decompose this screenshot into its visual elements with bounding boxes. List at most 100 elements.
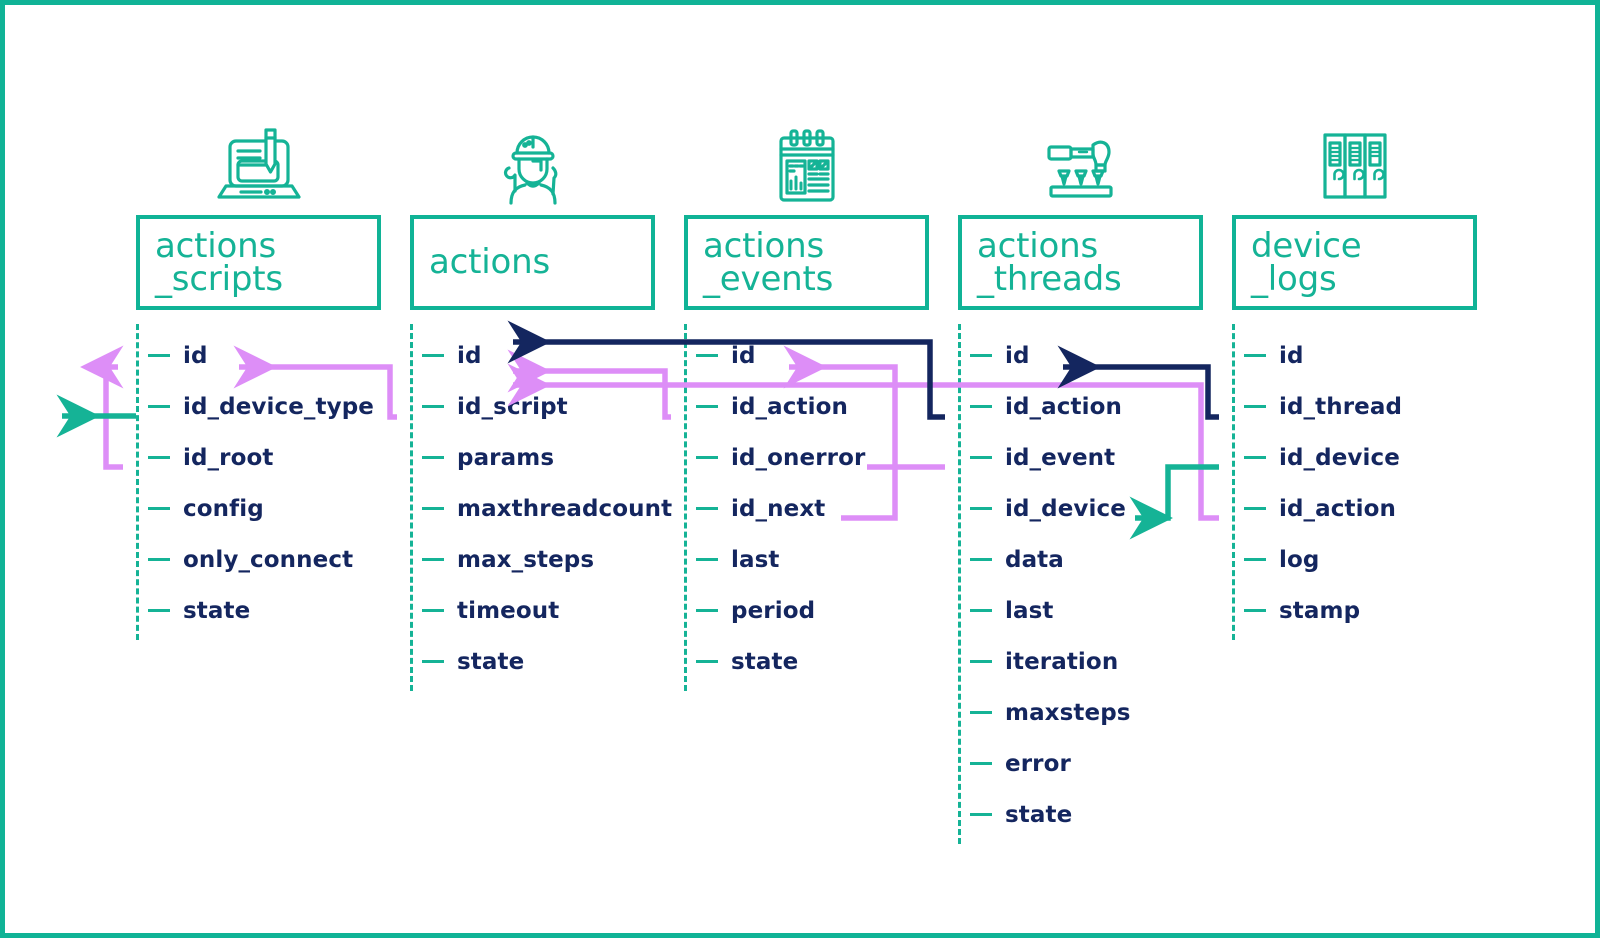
field-row[interactable]: error xyxy=(961,738,1203,789)
field-row[interactable]: id_event xyxy=(961,432,1203,483)
field-label: id_action xyxy=(731,393,848,420)
field-dash-icon xyxy=(970,660,992,663)
field-label: id xyxy=(183,342,208,369)
table-actions-threads[interactable]: actions _threads id id_action id_event i… xyxy=(958,123,1203,844)
field-row[interactable]: last xyxy=(961,585,1203,636)
field-row[interactable]: id xyxy=(1235,330,1477,381)
field-dash-icon xyxy=(148,558,170,561)
field-row[interactable]: maxsteps xyxy=(961,687,1203,738)
field-dash-icon xyxy=(970,405,992,408)
field-list-actions: id id_script params maxthreadcount max_s… xyxy=(410,324,672,691)
field-row[interactable]: last xyxy=(687,534,929,585)
table-header-actions-threads[interactable]: actions _threads xyxy=(958,215,1203,310)
table-actions-scripts[interactable]: actions _scripts id id_device_type id_ro… xyxy=(136,123,381,640)
field-label: id_root xyxy=(183,444,274,471)
field-row[interactable]: id_action xyxy=(961,381,1203,432)
table-header-device-logs[interactable]: device _logs xyxy=(1232,215,1477,310)
field-dash-icon xyxy=(148,405,170,408)
field-label: params xyxy=(457,444,555,471)
table-actions[interactable]: actions id id_script params maxthreadcou… xyxy=(410,123,672,691)
field-row[interactable]: state xyxy=(687,636,929,687)
field-row[interactable]: id xyxy=(139,330,381,381)
field-dash-icon xyxy=(1244,405,1266,408)
field-row[interactable]: log xyxy=(1235,534,1477,585)
worker-tools-icon xyxy=(410,123,655,211)
field-dash-icon xyxy=(696,660,718,663)
field-row[interactable]: id_onerror xyxy=(687,432,929,483)
field-label: id_action xyxy=(1005,393,1122,420)
field-label: only_connect xyxy=(183,546,354,573)
field-dash-icon xyxy=(422,558,444,561)
field-dash-icon xyxy=(422,660,444,663)
field-row[interactable]: iteration xyxy=(961,636,1203,687)
field-label: id_device xyxy=(1279,444,1400,471)
field-dash-icon xyxy=(970,507,992,510)
field-row[interactable]: max_steps xyxy=(413,534,655,585)
field-dash-icon xyxy=(696,405,718,408)
table-header-actions-events[interactable]: actions _events xyxy=(684,215,929,310)
field-row[interactable]: id_action xyxy=(687,381,929,432)
field-label: id xyxy=(1279,342,1304,369)
diagram-canvas: actions _scripts id id_device_type id_ro… xyxy=(0,0,1600,938)
field-dash-icon xyxy=(970,558,992,561)
field-row[interactable]: data xyxy=(961,534,1203,585)
table-title: actions _scripts xyxy=(155,225,283,299)
field-dash-icon xyxy=(970,456,992,459)
table-header-actions[interactable]: actions xyxy=(410,215,655,310)
table-title: actions _events xyxy=(703,225,834,299)
field-label: id_device_type xyxy=(183,393,374,420)
field-label: error xyxy=(1005,750,1071,777)
field-row[interactable]: state xyxy=(413,636,655,687)
field-row[interactable]: maxthreadcount xyxy=(413,483,672,534)
field-row[interactable]: only_connect xyxy=(139,534,381,585)
table-actions-events[interactable]: actions _events id id_action id_onerror … xyxy=(684,123,929,691)
field-row[interactable]: id xyxy=(961,330,1203,381)
laptop-pencil-icon xyxy=(136,123,381,211)
field-dash-icon xyxy=(696,609,718,612)
table-header-actions-scripts[interactable]: actions _scripts xyxy=(136,215,381,310)
field-row[interactable]: id_device_type xyxy=(139,381,381,432)
field-dash-icon xyxy=(1244,558,1266,561)
field-dash-icon xyxy=(422,354,444,357)
field-row[interactable]: id_root xyxy=(139,432,381,483)
hammer-nails-icon xyxy=(958,123,1203,211)
field-row[interactable]: config xyxy=(139,483,381,534)
field-dash-icon xyxy=(422,609,444,612)
field-dash-icon xyxy=(696,354,718,357)
field-dash-icon xyxy=(148,609,170,612)
field-label: timeout xyxy=(457,597,560,624)
field-list-actions-threads: id id_action id_event id_device data las… xyxy=(958,324,1203,844)
field-row[interactable]: period xyxy=(687,585,929,636)
field-row[interactable]: params xyxy=(413,432,655,483)
field-row[interactable]: state xyxy=(139,585,381,636)
field-dash-icon xyxy=(696,507,718,510)
field-label: period xyxy=(731,597,816,624)
field-row[interactable]: id_action xyxy=(1235,483,1477,534)
field-dash-icon xyxy=(1244,609,1266,612)
field-row[interactable]: id xyxy=(413,330,655,381)
field-label: id_event xyxy=(1005,444,1116,471)
field-row[interactable]: id_script xyxy=(413,381,655,432)
field-row[interactable]: id xyxy=(687,330,929,381)
field-row[interactable]: state xyxy=(961,789,1203,840)
field-label: iteration xyxy=(1005,648,1119,675)
field-dash-icon xyxy=(422,405,444,408)
field-row[interactable]: stamp xyxy=(1235,585,1477,636)
field-label: id xyxy=(1005,342,1030,369)
field-row[interactable]: timeout xyxy=(413,585,655,636)
table-device-logs[interactable]: device _logs id id_thread id_device id_a… xyxy=(1232,123,1477,640)
field-row[interactable]: id_device xyxy=(1235,432,1477,483)
field-label: log xyxy=(1279,546,1320,573)
field-row[interactable]: id_thread xyxy=(1235,381,1477,432)
field-dash-icon xyxy=(148,507,170,510)
field-row[interactable]: id_next xyxy=(687,483,929,534)
field-row[interactable]: id_device xyxy=(961,483,1203,534)
dashboard-calendar-icon xyxy=(684,123,929,211)
field-dash-icon xyxy=(970,813,992,816)
field-label: state xyxy=(183,597,251,624)
field-dash-icon xyxy=(422,456,444,459)
field-dash-icon xyxy=(1244,456,1266,459)
field-dash-icon xyxy=(1244,507,1266,510)
field-dash-icon xyxy=(970,609,992,612)
field-label: id_device xyxy=(1005,495,1126,522)
